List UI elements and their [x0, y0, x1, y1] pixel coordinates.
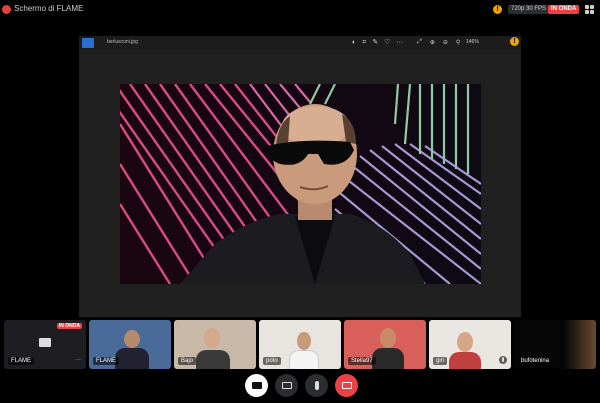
participants-strip: IN ONDA FLAME ··· FLAME Bajo poto Stella… — [0, 320, 600, 370]
viewer-titlebar: berlusconi.jpg ◐ ⌗ ✎ ♡ ··· ⤢ ⊕ ⊖ ⚲ 146% — [79, 36, 521, 50]
camera-button[interactable] — [245, 374, 268, 397]
microphone-icon — [314, 381, 319, 390]
more-icon[interactable]: ··· — [396, 38, 403, 48]
participant-name: Bajo — [178, 357, 197, 365]
viewer-toolbar: ◐ ⌗ ✎ ♡ ··· — [352, 38, 403, 48]
participant-video — [297, 332, 311, 350]
screen-share-icon — [39, 338, 51, 347]
photos-app-icon — [82, 38, 94, 48]
participant-body — [449, 352, 481, 369]
mic-icon — [499, 356, 507, 364]
participant-tile[interactable]: Bajo — [174, 320, 256, 369]
participant-tile[interactable]: FLAME — [89, 320, 171, 369]
participant-body — [196, 350, 230, 369]
participant-body — [115, 348, 149, 369]
participant-tile[interactable]: Stella97 — [344, 320, 426, 369]
hang-up-icon — [341, 382, 352, 389]
live-badge: IN ONDA — [56, 323, 82, 329]
more-options-icon[interactable]: ··· — [75, 357, 81, 363]
participant-tile[interactable]: giri — [429, 320, 511, 369]
participant-tile[interactable]: bufotenina — [514, 320, 596, 369]
leave-call-button[interactable] — [335, 374, 358, 397]
crop-icon[interactable]: ⌗ — [362, 38, 366, 48]
screen-share-icon — [281, 382, 292, 389]
participant-video — [124, 330, 140, 348]
search-icon[interactable]: ⚲ — [456, 39, 460, 46]
call-controls — [0, 372, 600, 403]
camera-icon — [251, 382, 262, 389]
participant-name: FLAME — [8, 357, 35, 365]
draw-icon[interactable]: ✎ — [372, 38, 378, 48]
participant-name: bufotenina — [521, 358, 550, 364]
live-badge: IN ONDA — [548, 5, 580, 14]
participant-video — [457, 332, 473, 352]
participant-body — [289, 350, 319, 369]
zoom-out-icon[interactable]: ⊖ — [443, 39, 448, 46]
edit-icon[interactable]: ◐ — [352, 38, 356, 48]
stream-icon — [2, 5, 11, 14]
participant-video — [380, 328, 396, 348]
screen-share-button[interactable] — [275, 374, 298, 397]
participant-name: poto — [263, 357, 281, 365]
top-bar: Schermo di FLAME ! 720p 30 FPS IN ONDA — [0, 0, 600, 20]
shared-photo — [120, 84, 481, 284]
photo-image — [120, 84, 481, 284]
zoom-in-icon[interactable]: ⊕ — [430, 39, 435, 46]
participant-body — [372, 348, 404, 369]
window-title: Schermo di FLAME — [14, 4, 84, 13]
fullscreen-icon[interactable]: ⤢ — [417, 39, 422, 46]
viewer-zoom-controls: ⤢ ⊕ ⊖ ⚲ — [417, 39, 460, 46]
favorite-icon[interactable]: ♡ — [384, 38, 390, 48]
participant-video — [204, 328, 220, 348]
file-name: berlusconi.jpg — [107, 39, 138, 45]
viewer-warning-icon[interactable]: ! — [510, 37, 519, 46]
participant-name: giri — [433, 357, 448, 365]
participant-tile[interactable]: IN ONDA FLAME ··· — [4, 320, 86, 369]
participant-tile[interactable]: poto — [259, 320, 341, 369]
participant-name: FLAME — [93, 357, 120, 365]
microphone-button[interactable] — [305, 374, 328, 397]
warning-icon[interactable]: ! — [493, 5, 502, 14]
participant-name: Stella97 — [348, 357, 376, 365]
zoom-level: 146% — [466, 39, 479, 45]
grid-layout-icon[interactable] — [585, 5, 594, 14]
stream-quality: 720p 30 FPS — [508, 5, 550, 14]
